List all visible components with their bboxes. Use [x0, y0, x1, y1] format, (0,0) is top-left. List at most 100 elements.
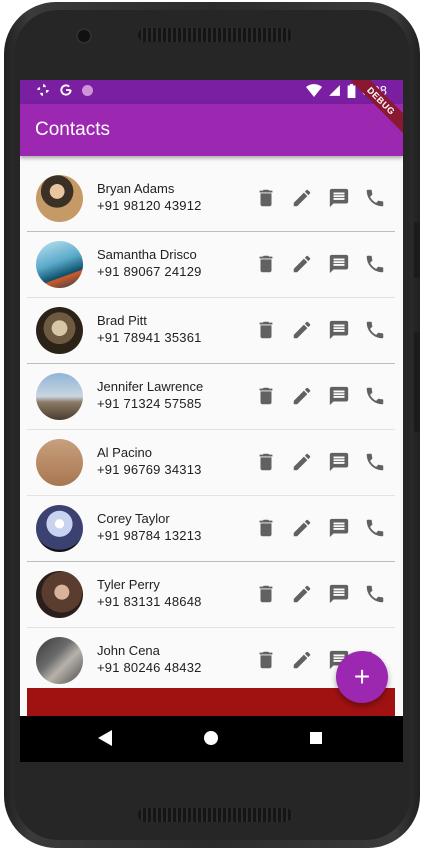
delete-icon: [259, 189, 273, 207]
edit-button[interactable]: [290, 648, 314, 672]
call-button[interactable]: [363, 384, 387, 408]
call-button[interactable]: [363, 582, 387, 606]
avatar: [36, 505, 83, 552]
google-g-icon: [60, 84, 72, 96]
contact-list[interactable]: Bryan Adams +91 98120 43912 Samantha Dri…: [27, 166, 395, 694]
edit-icon: [293, 387, 311, 405]
avatar: [36, 439, 83, 486]
delete-button[interactable]: [254, 648, 278, 672]
edit-button[interactable]: [290, 318, 314, 342]
contact-name: Samantha Drisco: [97, 247, 197, 262]
contact-row[interactable]: Al Pacino +91 96769 34313: [27, 430, 395, 496]
contact-row[interactable]: Brad Pitt +91 78941 35361: [27, 298, 395, 364]
edit-button[interactable]: [290, 450, 314, 474]
delete-icon: [259, 519, 273, 537]
message-button[interactable]: [327, 450, 351, 474]
page-title: Contacts: [35, 119, 110, 140]
recents-icon[interactable]: [310, 732, 322, 744]
edit-icon: [293, 519, 311, 537]
message-icon: [329, 254, 349, 274]
message-icon: [329, 452, 349, 472]
back-icon[interactable]: [98, 730, 112, 746]
call-icon: [366, 321, 384, 339]
message-icon: [329, 320, 349, 340]
delete-button[interactable]: [254, 582, 278, 606]
message-button[interactable]: [327, 516, 351, 540]
edit-button[interactable]: [290, 516, 314, 540]
delete-button[interactable]: [254, 516, 278, 540]
message-button[interactable]: [327, 384, 351, 408]
contact-phone: +91 80246 48432: [97, 660, 202, 675]
delete-icon: [259, 255, 273, 273]
edit-icon: [293, 585, 311, 603]
contact-name: Tyler Perry: [97, 577, 160, 592]
delete-button[interactable]: [254, 384, 278, 408]
contact-phone: +91 83131 48648: [97, 594, 202, 609]
bottom-speaker: [138, 808, 292, 822]
message-button[interactable]: [327, 186, 351, 210]
contact-row[interactable]: Jennifer Lawrence +91 71324 57585: [27, 364, 395, 430]
avatar: [36, 307, 83, 354]
call-button[interactable]: [363, 186, 387, 210]
contact-name: Corey Taylor: [97, 511, 170, 526]
status-bar: 6:08: [20, 80, 403, 104]
edit-icon: [293, 453, 311, 471]
contact-name: Jennifer Lawrence: [97, 379, 204, 394]
avatar: [36, 373, 83, 420]
contact-row[interactable]: Samantha Drisco +91 89067 24129: [27, 232, 395, 298]
contact-row[interactable]: Corey Taylor +91 98784 13213: [27, 496, 395, 562]
screen: 6:08 Contacts DEBUG Bryan Adams +91 9812…: [20, 80, 403, 762]
edit-button[interactable]: [290, 384, 314, 408]
contact-name: Bryan Adams: [97, 181, 175, 196]
contact-phone: +91 96769 34313: [97, 462, 202, 477]
add-icon: +: [353, 661, 371, 692]
delete-icon: [259, 387, 273, 405]
delete-icon: [259, 453, 273, 471]
call-icon: [366, 453, 384, 471]
avatar: [36, 241, 83, 288]
wifi-icon: [305, 83, 322, 97]
avatar: [36, 571, 83, 618]
volume-button: [414, 222, 420, 278]
circle-icon: [82, 84, 93, 96]
contact-phone: +91 98120 43912: [97, 198, 202, 213]
message-icon: [329, 386, 349, 406]
message-button[interactable]: [327, 252, 351, 276]
home-icon[interactable]: [204, 731, 218, 745]
delete-button[interactable]: [254, 252, 278, 276]
call-icon: [366, 189, 384, 207]
edit-icon: [293, 255, 311, 273]
delete-icon: [259, 585, 273, 603]
message-button[interactable]: [327, 318, 351, 342]
edit-button[interactable]: [290, 186, 314, 210]
delete-icon: [259, 321, 273, 339]
delete-button[interactable]: [254, 186, 278, 210]
call-button[interactable]: [363, 516, 387, 540]
contact-name: Al Pacino: [97, 445, 152, 460]
contact-row[interactable]: Bryan Adams +91 98120 43912: [27, 166, 395, 232]
system-nav-bar: [20, 716, 403, 762]
message-button[interactable]: [327, 582, 351, 606]
edit-icon: [293, 189, 311, 207]
avatar: [36, 637, 83, 684]
pinwheel-icon: [37, 84, 49, 96]
app-bar: Contacts: [20, 104, 403, 156]
edit-button[interactable]: [290, 252, 314, 276]
front-camera: [78, 30, 90, 42]
delete-button[interactable]: [254, 318, 278, 342]
delete-button[interactable]: [254, 450, 278, 474]
call-button[interactable]: [363, 318, 387, 342]
message-icon: [329, 188, 349, 208]
add-contact-button[interactable]: +: [336, 651, 388, 703]
call-button[interactable]: [363, 252, 387, 276]
avatar: [36, 175, 83, 222]
contact-phone: +91 71324 57585: [97, 396, 202, 411]
battery-icon: [347, 83, 356, 98]
call-icon: [366, 585, 384, 603]
contact-name: Brad Pitt: [97, 313, 147, 328]
edit-button[interactable]: [290, 582, 314, 606]
contact-row[interactable]: Tyler Perry +91 83131 48648: [27, 562, 395, 628]
contact-phone: +91 98784 13213: [97, 528, 202, 543]
edit-icon: [293, 321, 311, 339]
call-button[interactable]: [363, 450, 387, 474]
